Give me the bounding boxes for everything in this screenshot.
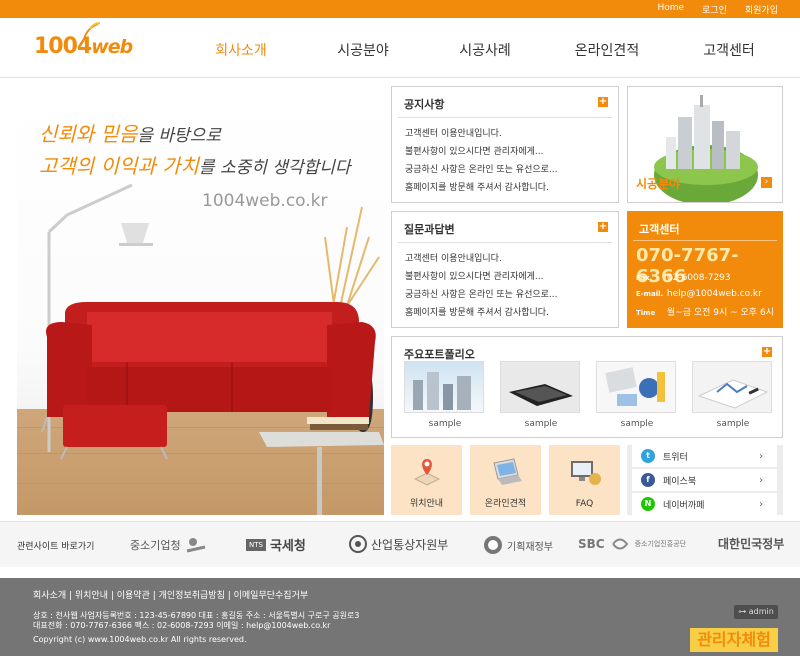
naver-icon: N [641, 497, 655, 511]
qa-item[interactable]: 고객센터 이용안내입니다. [405, 250, 558, 268]
footer-company-info: 상호 : 천사웹 사업자등록번호 : 123-45-67890 대표 : 홍길동… [33, 611, 360, 644]
portfolio-item[interactable]: sample [596, 361, 678, 429]
contact-fax: Fax. 02-6008-7293 [636, 273, 731, 283]
map-pin-icon [413, 459, 441, 486]
portfolio-more-button[interactable]: + [762, 347, 772, 357]
partner-korea-gov-logo[interactable]: 대한민국정부 [718, 535, 784, 552]
banner-arrow-icon: › [761, 177, 772, 188]
contact-email: E-mail. help@1004web.co.kr [636, 289, 762, 299]
notice-item[interactable]: 고객센터 이용안내입니다. [405, 125, 558, 143]
notice-title: 공지사항 [404, 98, 445, 111]
partner-smba-logo[interactable]: 중소기업청 [130, 535, 207, 555]
notice-item[interactable]: 궁금하신 사항은 온라인 또는 유선으로... [405, 161, 558, 179]
main-nav: 회사소개 시공분야 시공사례 온라인견적 고객센터 [180, 40, 790, 60]
nav-construction-fields[interactable]: 시공분야 [302, 40, 424, 60]
qa-title: 질문과답변 [404, 223, 455, 236]
government-emblem-icon [349, 535, 367, 553]
portfolio-thumbnails: sample sample sample sample [404, 361, 774, 429]
portfolio-item[interactable]: sample [692, 361, 774, 429]
home-link[interactable]: Home [657, 3, 684, 16]
portfolio-item[interactable]: sample [404, 361, 486, 429]
twitter-icon: t [641, 449, 655, 463]
header: 1004web 회사소개 시공분야 시공사례 온라인견적 고객센터 [0, 18, 800, 78]
notice-item[interactable]: 불편사항이 있으시다면 관리자에게... [405, 143, 558, 161]
chevron-right-icon: › [759, 450, 763, 462]
admin-login-button[interactable]: ⊶ admin [734, 605, 778, 619]
partner-nts-logo[interactable]: NTS 국세청 [246, 535, 306, 554]
quick-faq-button[interactable]: FAQ [549, 445, 620, 515]
qa-list: 고객센터 이용안내입니다. 불편사항이 있으시다면 관리자에게... 궁금하신 … [405, 250, 558, 322]
faq-monitor-icon [571, 461, 601, 485]
chevron-right-icon: › [759, 474, 763, 486]
sofa-illustration [41, 183, 384, 515]
top-links: Home 로그인 회원가입 [657, 3, 778, 16]
quick-location-button[interactable]: 위치안내 [391, 445, 462, 515]
laptop-icon [493, 458, 522, 485]
partner-sbc-logo[interactable]: SBC 중소기업진흥공단 [578, 535, 686, 553]
sprout-icon [83, 22, 101, 40]
social-facebook-link[interactable]: f 페이스북 › [632, 469, 777, 491]
quick-online-quote-button[interactable]: 온라인견적 [470, 445, 541, 515]
notice-list: 고객센터 이용안내입니다. 불편사항이 있으시다면 관리자에게... 궁금하신 … [405, 125, 558, 197]
partner-label: 관련사이트 바로가기 [17, 542, 95, 552]
nav-online-quote[interactable]: 온라인견적 [546, 40, 668, 60]
banner-label: 시공분야 [636, 177, 681, 191]
signup-link[interactable]: 회원가입 [745, 3, 778, 16]
partner-sites-bar: 관련사이트 바로가기 중소기업청 NTS 국세청 산업통상자원부 기획재정부 S… [0, 521, 800, 567]
qa-item[interactable]: 홈페이지를 방문해 주셔서 감사합니다. [405, 304, 558, 322]
top-bar: Home 로그인 회원가입 [0, 0, 800, 18]
government-seal-icon [484, 536, 502, 554]
customer-center-box: 고객센터 070-7767-6366 Fax. 02-6008-7293 E-m… [627, 211, 783, 328]
admin-trial-button[interactable]: 관리자체험 [690, 628, 778, 652]
partner-mosf-logo[interactable]: 기획재정부 [483, 535, 553, 555]
qa-item[interactable]: 불편사항이 있으시다면 관리자에게... [405, 268, 558, 286]
construction-banner[interactable]: 시공분야 › [627, 86, 783, 203]
footer-links[interactable]: 회사소개 | 위치안내 | 이용약관 | 개인정보취급방침 | 이메일무단수집거… [33, 588, 308, 601]
nav-company[interactable]: 회사소개 [180, 40, 302, 60]
portfolio-item[interactable]: sample [500, 361, 582, 429]
notice-panel: 공지사항 + 고객센터 이용안내입니다. 불편사항이 있으시다면 관리자에게..… [391, 86, 619, 203]
partner-motie-logo[interactable]: 산업통상자원부 [349, 535, 448, 553]
nav-construction-cases[interactable]: 시공사례 [424, 40, 546, 60]
sbc-mark-icon [611, 538, 628, 550]
qa-item[interactable]: 궁금하신 사항은 온라인 또는 유선으로... [405, 286, 558, 304]
footer: 회사소개 | 위치안내 | 이용약관 | 개인정보취급방침 | 이메일무단수집거… [0, 578, 800, 656]
contact-title: 고객센터 [639, 223, 680, 236]
social-links: t 트위터 › f 페이스북 › N 네이버까페 › [627, 445, 783, 515]
hero-visual: 신뢰와 믿음을 바탕으로 고객의 이익과 가치를 소중히 생각합니다 1004w… [17, 97, 384, 515]
facebook-icon: f [641, 473, 655, 487]
nav-customer-center[interactable]: 고객센터 [668, 40, 790, 60]
qa-more-button[interactable]: + [598, 222, 608, 232]
login-link[interactable]: 로그인 [702, 3, 727, 16]
contact-time: Time 월~금 오전 9시 ~ 오후 6시 [636, 308, 774, 318]
chevron-right-icon: › [759, 498, 763, 510]
qa-panel: 질문과답변 + 고객센터 이용안내입니다. 불편사항이 있으시다면 관리자에게.… [391, 211, 619, 328]
smba-mark-icon [186, 538, 205, 553]
social-twitter-link[interactable]: t 트위터 › [632, 445, 777, 467]
site-logo[interactable]: 1004web [34, 22, 133, 59]
notice-more-button[interactable]: + [598, 97, 608, 107]
notice-item[interactable]: 홈페이지를 방문해 주셔서 감사합니다. [405, 179, 558, 197]
social-naver-cafe-link[interactable]: N 네이버까페 › [632, 493, 777, 515]
portfolio-title: 주요포트폴리오 [404, 348, 475, 361]
